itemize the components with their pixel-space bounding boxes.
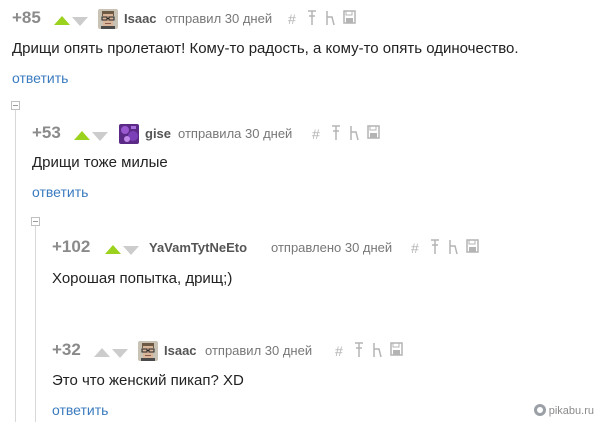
comment-author[interactable]: Isaac [164,343,197,359]
person-icon[interactable] [448,239,459,259]
comment-author[interactable]: gise [145,126,171,142]
comment-meta: отправил 30 дней [205,343,313,358]
reply-link[interactable]: ответить [32,183,88,201]
glasses-man-icon [138,341,158,361]
comment: +53 gise отправила 30 дней # Дрищи тоже … [32,123,592,203]
reply-link[interactable]: ответить [52,401,108,419]
downvote-arrow-icon [72,17,88,26]
comment-meta: отправлено 30 дней [271,240,393,255]
pin-icon[interactable] [430,239,440,259]
comment-score: +85 [12,8,41,27]
comment-text: Это что женский пикап? XD [52,372,244,389]
downvote-button[interactable] [123,243,139,261]
glasses-man-icon [98,9,118,29]
comment: +32 Isaac отправил 30 дней # Это что жен… [52,340,592,420]
hash-icon[interactable]: # [312,125,320,143]
save-icon[interactable] [466,239,479,257]
downvote-button[interactable] [112,346,128,364]
pin-icon[interactable] [331,125,341,145]
collapse-toggle-1[interactable] [11,101,20,110]
purple-pattern-icon [119,124,139,144]
comment-text: Дрищи тоже милые [32,154,168,171]
comment: +102 YaVamTytNeEto отправлено 30 дней # … [52,237,592,297]
downvote-button[interactable] [72,14,88,32]
avatar[interactable] [138,341,158,361]
downvote-arrow-icon [123,246,139,255]
upvote-button[interactable] [54,13,70,31]
comment-text: Хорошая попытка, дрищ;) [52,270,233,287]
comment-author[interactable]: YaVamTytNeEto [149,240,247,256]
hash-icon[interactable]: # [411,239,419,257]
upvote-button[interactable] [74,128,90,146]
upvote-button[interactable] [94,345,110,363]
watermark-text: pikabu.ru [548,405,594,417]
downvote-arrow-icon [112,349,128,358]
hash-icon[interactable]: # [288,10,296,28]
upvote-button[interactable] [105,242,121,260]
comment-meta: отправил 30 дней [165,11,273,26]
pin-icon[interactable] [354,342,364,362]
save-icon[interactable] [367,125,380,143]
thread-branch-line-1 [15,110,16,422]
comment-score: +102 [52,237,91,256]
avatar[interactable] [98,9,118,29]
person-icon[interactable] [349,125,360,145]
downvote-button[interactable] [92,129,108,147]
person-icon[interactable] [325,10,336,30]
comment-meta: отправила 30 дней [178,126,293,141]
person-icon[interactable] [372,342,383,362]
comment-score: +32 [52,340,81,359]
comment-text: Дрищи опять пролетают! Кому-то радость, … [12,40,519,57]
pin-icon[interactable] [307,10,317,30]
site-watermark: pikabu.ru [533,404,594,417]
thread-branch-line-2 [35,226,36,422]
pikabu-logo-icon [533,404,546,416]
comment: +85 Isaac отправил 30 дней # Дрищи опять… [12,8,592,88]
save-icon[interactable] [343,10,356,28]
upvote-arrow-icon [105,245,121,254]
reply-link[interactable]: ответить [12,69,68,87]
downvote-arrow-icon [92,132,108,141]
hash-icon[interactable]: # [335,342,343,360]
comment-score: +53 [32,123,61,142]
upvote-arrow-icon [94,348,110,357]
avatar[interactable] [119,124,139,144]
upvote-arrow-icon [74,131,90,140]
save-icon[interactable] [390,342,403,360]
collapse-toggle-2[interactable] [31,217,40,226]
upvote-arrow-icon [54,16,70,25]
comment-author[interactable]: Isaac [124,11,157,27]
